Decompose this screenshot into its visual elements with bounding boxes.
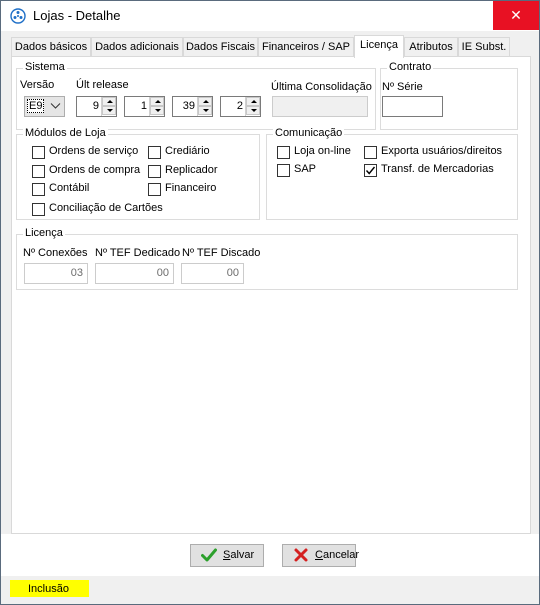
- tef-discado-label: Nº TEF Discado: [182, 247, 261, 259]
- tab-dados-adicionais[interactable]: Dados adicionais: [91, 37, 183, 57]
- release-label: Últ release: [76, 79, 129, 91]
- group-title-licenca: Licença: [23, 227, 65, 239]
- save-button-label: Salvar: [223, 549, 255, 561]
- app-logo-icon: [10, 8, 26, 24]
- checkbox-box[interactable]: [364, 164, 377, 177]
- group-title-comunicacao: Comunicação: [273, 127, 345, 139]
- checkbox-box[interactable]: [364, 146, 377, 159]
- tab-page-licenca: Sistema Versão E9 Últ release 9 1 39 2 Ú…: [11, 56, 531, 534]
- versao-label: Versão: [20, 79, 55, 91]
- arrow-up-icon: [203, 100, 209, 103]
- spin-down-button[interactable]: [150, 106, 164, 115]
- arrow-down-icon: [251, 109, 257, 112]
- serie-input[interactable]: [382, 96, 443, 117]
- cancel-button-label: Cancelar: [315, 549, 360, 561]
- consolidacao-field: [272, 96, 368, 117]
- group-contrato: Contrato Nº Série: [380, 61, 518, 130]
- tab-licenca[interactable]: Licença: [354, 35, 404, 58]
- group-title-contrato: Contrato: [387, 61, 434, 73]
- status-bar: Inclusão: [1, 576, 539, 604]
- button-panel: Salvar Cancelar: [1, 534, 539, 576]
- checkbox-box[interactable]: [148, 165, 161, 178]
- tef-dedicado-field[interactable]: 00: [95, 263, 174, 284]
- checkbox-box[interactable]: [32, 165, 45, 178]
- spin-up-button[interactable]: [246, 97, 260, 106]
- spinner-buttons: [245, 97, 260, 116]
- release-build-value: 39: [182, 100, 195, 112]
- status-mode-text: Inclusão: [28, 583, 69, 595]
- save-button[interactable]: Salvar: [190, 544, 264, 567]
- tab-dados-basicos[interactable]: Dados básicos: [11, 37, 91, 57]
- conexoes-label: Nº Conexões: [23, 247, 88, 259]
- group-comunicacao: Comunicação Loja on-line SAP Exporta usu…: [266, 127, 518, 220]
- versao-select[interactable]: E9: [24, 96, 65, 117]
- group-sistema: Sistema Versão E9 Últ release 9 1 39 2 Ú…: [16, 61, 376, 130]
- release-minor-spinner[interactable]: 1: [124, 96, 165, 117]
- spinner-buttons: [101, 97, 116, 116]
- tab-strip: Dados básicos Dados adicionais Dados Fis…: [11, 35, 531, 58]
- checkbox-box[interactable]: [32, 146, 45, 159]
- serie-label: Nº Série: [382, 81, 423, 93]
- checkmark-icon: [201, 548, 217, 562]
- window-title: Lojas - Detalhe: [33, 8, 121, 23]
- arrow-down-icon: [155, 109, 161, 112]
- group-licenca: Licença Nº Conexões 03 Nº TEF Dedicado 0…: [16, 227, 518, 290]
- checkbox-box[interactable]: [148, 146, 161, 159]
- arrow-up-icon: [251, 100, 257, 103]
- spin-up-button[interactable]: [102, 97, 116, 106]
- spin-down-button[interactable]: [198, 106, 212, 115]
- spinner-buttons: [197, 97, 212, 116]
- spin-down-button[interactable]: [102, 106, 116, 115]
- spinner-buttons: [149, 97, 164, 116]
- tab-financeiros-sap[interactable]: Financeiros / SAP: [258, 37, 354, 57]
- group-title-modulos: Módulos de Loja: [23, 127, 108, 139]
- window: Lojas - Detalhe ✕ Dados básicos Dados ad…: [0, 0, 540, 605]
- close-button[interactable]: ✕: [493, 1, 539, 30]
- tef-discado-field[interactable]: 00: [181, 263, 244, 284]
- release-build-spinner[interactable]: 39: [172, 96, 213, 117]
- close-x-icon: [294, 548, 308, 562]
- status-mode-badge: Inclusão: [10, 580, 89, 597]
- chevron-down-icon: [50, 103, 61, 109]
- conexoes-field[interactable]: 03: [24, 263, 88, 284]
- release-major-value: 9: [92, 100, 99, 112]
- checkbox-box[interactable]: [32, 203, 45, 216]
- tab-dados-fiscais[interactable]: Dados Fiscais: [183, 37, 258, 57]
- group-title-sistema: Sistema: [23, 61, 67, 73]
- versao-selected-value: E9: [27, 99, 45, 113]
- title-bar: Lojas - Detalhe ✕: [1, 1, 539, 31]
- checkbox-box[interactable]: [277, 164, 290, 177]
- group-modulos-loja: Módulos de Loja Ordens de serviço Ordens…: [16, 127, 260, 220]
- cancel-button[interactable]: Cancelar: [282, 544, 360, 567]
- consolidacao-label: Última Consolidação: [271, 81, 372, 93]
- arrow-up-icon: [155, 100, 161, 103]
- release-patch-spinner[interactable]: 2: [220, 96, 261, 117]
- checkbox-box[interactable]: [32, 183, 45, 196]
- release-minor-value: 1: [140, 100, 147, 112]
- checkbox-box[interactable]: [148, 183, 161, 196]
- tab-ie-subst[interactable]: IE Subst.: [458, 37, 510, 57]
- release-major-spinner[interactable]: 9: [76, 96, 117, 117]
- spin-down-button[interactable]: [246, 106, 260, 115]
- release-patch-value: 2: [236, 100, 243, 112]
- arrow-up-icon: [107, 100, 113, 103]
- checkbox-box[interactable]: [277, 146, 290, 159]
- arrow-down-icon: [203, 109, 209, 112]
- spin-up-button[interactable]: [198, 97, 212, 106]
- spin-up-button[interactable]: [150, 97, 164, 106]
- tab-atributos[interactable]: Atributos: [404, 37, 458, 57]
- checkmark-icon: [365, 166, 376, 175]
- close-icon: ✕: [510, 7, 522, 23]
- tef-dedicado-label: Nº TEF Dedicado: [95, 247, 181, 259]
- arrow-down-icon: [107, 109, 113, 112]
